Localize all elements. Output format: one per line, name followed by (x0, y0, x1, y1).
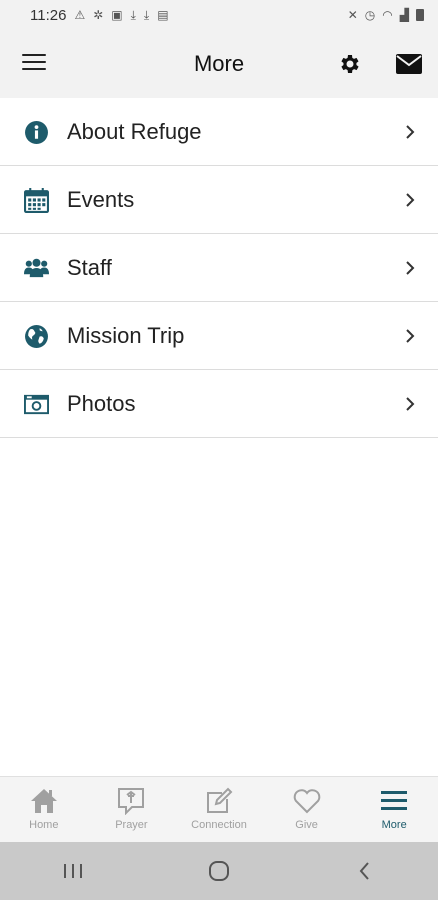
tab-label: Home (29, 819, 59, 831)
chevron-right-icon (406, 329, 415, 343)
heart-icon (293, 789, 320, 814)
download-icon: ⤓ (130, 7, 136, 22)
menu-list: About Refuge Events Staff Mission Trip P… (0, 98, 438, 438)
back-icon (359, 862, 369, 880)
camera-icon (24, 394, 49, 415)
alert-icon: ⚠ (74, 8, 86, 22)
hamburger-line (22, 61, 46, 63)
tab-give[interactable]: Give (263, 777, 351, 842)
menu-item-events[interactable]: Events (0, 166, 438, 234)
menu-item-mission-trip[interactable]: Mission Trip (0, 302, 438, 370)
image-icon: ▣ (111, 8, 123, 22)
notification-icon: ✲ (93, 8, 104, 22)
home-icon (30, 789, 57, 813)
back-button[interactable] (345, 856, 385, 886)
status-time: 11:26 (30, 6, 67, 24)
menu-icon (381, 791, 408, 810)
menu-item-photos[interactable]: Photos (0, 370, 438, 438)
tab-home[interactable]: Home (0, 777, 88, 842)
hamburger-line (22, 54, 46, 56)
recent-apps-icon (64, 864, 82, 878)
home-circle-icon (209, 861, 229, 881)
status-bar: 11:26 ⚠ ✲ ▣ ⤓ ⤓ ▤ ✕ ◷ ◠ ▟ (0, 0, 438, 30)
tab-prayer[interactable]: Prayer (88, 777, 176, 842)
chevron-right-icon (406, 397, 415, 411)
chevron-right-icon (406, 261, 415, 275)
menu-item-label: Photos (67, 390, 136, 416)
app-header: More (0, 30, 438, 98)
hamburger-menu-button[interactable] (22, 54, 46, 74)
tab-label: Give (295, 819, 318, 831)
download-icon: ⤓ (143, 7, 150, 22)
info-icon (25, 121, 48, 144)
gear-icon (341, 55, 359, 73)
page-title: More (193, 51, 245, 76)
bottom-tab-bar: Home Prayer Connection Give More (0, 776, 438, 842)
chevron-right-icon (406, 193, 415, 207)
tab-label: More (381, 819, 407, 831)
app-notification-icon: ▤ (157, 8, 169, 22)
wifi-icon: ◠ (382, 8, 393, 22)
edit-icon (206, 787, 233, 813)
signal-icon: ▟ (399, 8, 409, 22)
chevron-right-icon (406, 125, 415, 139)
tab-connection[interactable]: Connection (175, 777, 263, 842)
alarm-icon: ◷ (364, 8, 376, 22)
menu-item-label: Mission Trip (67, 322, 185, 348)
mail-button[interactable] (396, 54, 422, 74)
menu-item-about-refuge[interactable]: About Refuge (0, 98, 438, 166)
globe-icon (25, 325, 48, 348)
prayer-icon (118, 788, 145, 815)
settings-button[interactable] (338, 52, 362, 76)
battery-icon (416, 9, 424, 21)
menu-item-label: Events (67, 186, 135, 212)
recent-apps-button[interactable] (53, 856, 93, 886)
tab-label: Prayer (115, 819, 148, 831)
tab-more[interactable]: More (350, 777, 438, 842)
menu-item-label: About Refuge (67, 118, 202, 144)
hamburger-line (22, 68, 46, 70)
system-nav-bar (0, 842, 438, 900)
tab-label: Connection (191, 819, 247, 831)
mute-icon: ✕ (347, 8, 358, 22)
menu-item-label: Staff (67, 254, 112, 280)
users-icon (24, 258, 49, 278)
calendar-icon (24, 188, 49, 213)
home-button[interactable] (199, 856, 239, 886)
envelope-icon (396, 54, 422, 74)
menu-item-staff[interactable]: Staff (0, 234, 438, 302)
